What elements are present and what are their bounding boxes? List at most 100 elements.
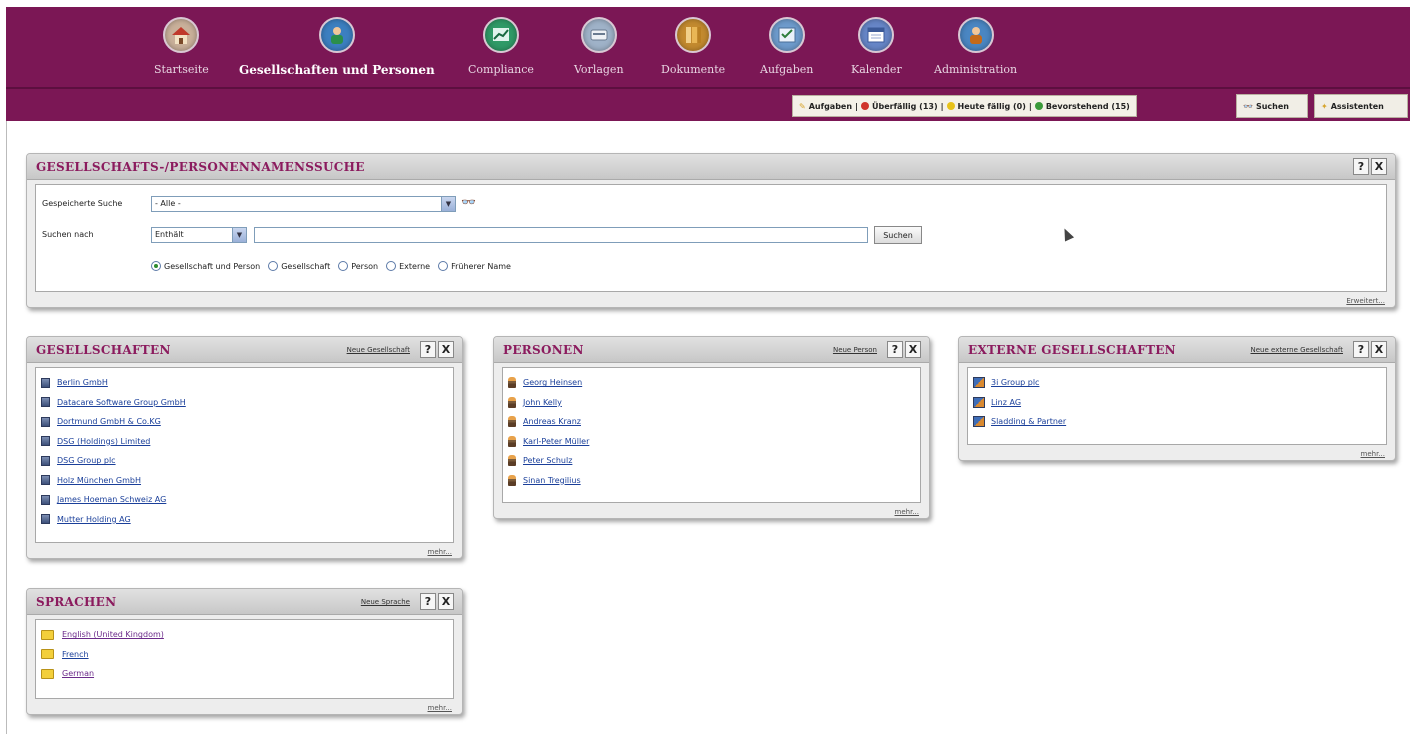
company-icon	[41, 436, 50, 447]
folder-icon	[41, 629, 54, 640]
external-companies-list: 3i Group plc Linz AG Sladding & Partner	[968, 368, 1386, 437]
list-item[interactable]: German	[41, 664, 448, 684]
help-button[interactable]: ?	[1353, 158, 1369, 175]
compliance-chart-icon	[482, 17, 519, 53]
match-type-select[interactable]: Enthält ▼	[151, 227, 247, 243]
close-button[interactable]: X	[438, 593, 454, 610]
people-icon	[318, 17, 355, 53]
panel-header: EXTERNE GESELLSCHAFTEN Neue externe Gese…	[959, 337, 1395, 363]
search-submit-button[interactable]: Suchen	[874, 226, 922, 244]
list-item[interactable]: Berlin GmbH	[41, 373, 448, 393]
companies-list: Berlin GmbH Datacare Software Group GmbH…	[36, 368, 453, 534]
home-icon	[163, 17, 200, 53]
search-button[interactable]: 👓 Suchen	[1236, 94, 1308, 118]
binoculars-icon: 👓	[1243, 101, 1253, 111]
help-button[interactable]: ?	[1353, 341, 1369, 358]
list-item[interactable]: Karl-Peter Müller	[508, 432, 915, 452]
list-item[interactable]: John Kelly	[508, 393, 915, 413]
more-link[interactable]: mehr...	[895, 508, 919, 516]
languages-list-area: English (United Kingdom) French German	[35, 619, 454, 699]
radio-company[interactable]: Gesellschaft	[268, 261, 330, 271]
list-item[interactable]: English (United Kingdom)	[41, 625, 448, 645]
help-button[interactable]: ?	[420, 341, 436, 358]
documents-icon	[675, 17, 712, 53]
list-item[interactable]: Sinan Tregilius	[508, 471, 915, 491]
company-icon	[41, 416, 50, 427]
tasks-link[interactable]: Aufgaben	[809, 102, 852, 111]
list-item[interactable]: 3i Group plc	[973, 373, 1381, 393]
due-today-link[interactable]: Heute fällig (0)	[958, 102, 1026, 111]
binoculars-icon[interactable]: 👓	[461, 195, 476, 209]
list-item[interactable]: Datacare Software Group GmbH	[41, 393, 448, 413]
panel-header: GESELLSCHAFTS-/PERSONENNAMENSSUCHE ? X	[27, 154, 1395, 180]
new-person-link[interactable]: Neue Person	[833, 346, 877, 354]
more-link[interactable]: mehr...	[428, 704, 452, 712]
persons-list: Georg Heinsen John Kelly Andreas Kranz K…	[503, 368, 920, 495]
list-item[interactable]: Holz München GmbH	[41, 471, 448, 491]
close-button[interactable]: X	[438, 341, 454, 358]
new-external-company-link[interactable]: Neue externe Gesellschaft	[1251, 346, 1344, 354]
radio-indicator	[438, 261, 449, 271]
nav-item-kalender[interactable]: Kalender	[851, 17, 902, 76]
nav-item-dokumente[interactable]: Dokumente	[661, 17, 725, 76]
person-icon	[508, 416, 516, 428]
list-item[interactable]: Peter Schulz	[508, 451, 915, 471]
list-item[interactable]: James Hoeman Schweiz AG	[41, 490, 448, 510]
sub-toolbar: ✎ Aufgaben | Überfällig (13) | Heute fäl…	[6, 87, 1410, 121]
help-button[interactable]: ?	[887, 341, 903, 358]
list-item[interactable]: DSG Group plc	[41, 451, 448, 471]
new-company-link[interactable]: Neue Gesellschaft	[347, 346, 410, 354]
company-icon	[41, 397, 50, 408]
assistants-button[interactable]: ✦ Assistenten	[1314, 94, 1408, 118]
nav-item-compliance[interactable]: Compliance	[468, 17, 534, 76]
help-button[interactable]: ?	[420, 593, 436, 610]
list-item[interactable]: DSG (Holdings) Limited	[41, 432, 448, 452]
saved-search-select[interactable]: - Alle - ▼	[151, 196, 456, 212]
task-status-bar: ✎ Aufgaben | Überfällig (13) | Heute fäl…	[792, 95, 1137, 117]
upcoming-link[interactable]: Bevorstehend (15)	[1046, 102, 1130, 111]
panel-header: PERSONEN Neue Person ? X	[494, 337, 929, 363]
persons-list-area: Georg Heinsen John Kelly Andreas Kranz K…	[502, 367, 921, 503]
persons-panel: PERSONEN Neue Person ? X Georg Heinsen J…	[493, 336, 930, 519]
radio-company-and-person[interactable]: Gesellschaft und Person	[151, 261, 260, 271]
search-input[interactable]	[254, 227, 868, 243]
radio-former-name[interactable]: Früherer Name	[438, 261, 511, 271]
nav-item-aufgaben[interactable]: Aufgaben	[760, 17, 813, 76]
list-item[interactable]: French	[41, 645, 448, 665]
list-item[interactable]: Mutter Holding AG	[41, 510, 448, 530]
list-item[interactable]: Linz AG	[973, 393, 1381, 413]
more-link[interactable]: mehr...	[428, 548, 452, 556]
close-button[interactable]: X	[1371, 341, 1387, 358]
close-button[interactable]: X	[1371, 158, 1387, 175]
nav-label: Vorlagen	[574, 63, 624, 76]
overdue-link[interactable]: Überfällig (13)	[872, 102, 938, 111]
list-item[interactable]: Andreas Kranz	[508, 412, 915, 432]
top-navigation-bar: Startseite Gesellschaften und Personen C…	[6, 7, 1410, 87]
app-window: Startseite Gesellschaften und Personen C…	[0, 0, 1416, 734]
radio-person[interactable]: Person	[338, 261, 378, 271]
advanced-search-link[interactable]: Erweitert...	[1346, 297, 1385, 305]
more-link[interactable]: mehr...	[1361, 450, 1385, 458]
close-button[interactable]: X	[905, 341, 921, 358]
nav-label: Gesellschaften und Personen	[239, 63, 435, 77]
nav-label: Compliance	[468, 63, 534, 76]
nav-label: Startseite	[154, 63, 209, 76]
external-company-icon	[973, 396, 985, 408]
search-scope-radio-group: Gesellschaft und Person Gesellschaft Per…	[151, 261, 511, 271]
radio-external[interactable]: Externe	[386, 261, 430, 271]
external-companies-panel: EXTERNE GESELLSCHAFTEN Neue externe Gese…	[958, 336, 1396, 461]
panel-header: SPRACHEN Neue Sprache ? X	[27, 589, 462, 615]
list-item[interactable]: Sladding & Partner	[973, 412, 1381, 432]
match-type-value: Enthält	[155, 230, 184, 239]
list-item[interactable]: Dortmund GmbH & Co.KG	[41, 412, 448, 432]
folder-icon	[41, 649, 54, 660]
nav-item-startseite[interactable]: Startseite	[154, 17, 209, 76]
nav-item-administration[interactable]: Administration	[934, 17, 1017, 76]
external-company-icon	[973, 377, 985, 389]
nav-item-vorlagen[interactable]: Vorlagen	[574, 17, 624, 76]
new-language-link[interactable]: Neue Sprache	[361, 598, 410, 606]
nav-label: Dokumente	[661, 63, 726, 76]
radio-indicator	[268, 261, 279, 271]
list-item[interactable]: Georg Heinsen	[508, 373, 915, 393]
nav-item-gesellschaften-und-personen[interactable]: Gesellschaften und Personen	[239, 17, 435, 77]
